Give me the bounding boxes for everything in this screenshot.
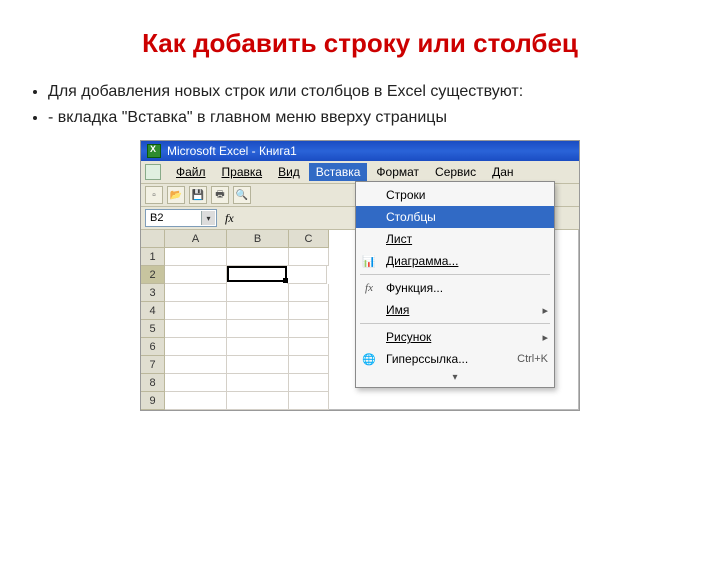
col-head-C[interactable]: C bbox=[289, 230, 329, 248]
name-box[interactable]: B2 ▾ bbox=[145, 209, 217, 227]
blank-icon bbox=[360, 231, 378, 247]
cell[interactable] bbox=[165, 320, 227, 338]
cell-selected[interactable] bbox=[227, 266, 287, 282]
cell[interactable] bbox=[165, 248, 227, 266]
name-box-value: B2 bbox=[150, 212, 163, 224]
fx-label[interactable]: fx bbox=[225, 211, 234, 226]
menu-file[interactable]: Файл bbox=[169, 163, 213, 181]
cell[interactable] bbox=[227, 320, 289, 338]
insert-name-label: Имя bbox=[386, 303, 409, 317]
cell[interactable] bbox=[289, 302, 329, 320]
insert-picture-label: Рисунок bbox=[386, 330, 431, 344]
insert-menu-dropdown: Строки Столбцы Лист 📊 Диаграмма... fx Фу… bbox=[355, 181, 555, 388]
row-head-8[interactable]: 8 bbox=[141, 374, 165, 392]
cell[interactable] bbox=[287, 266, 327, 284]
blank-icon bbox=[360, 187, 378, 203]
cell[interactable] bbox=[165, 302, 227, 320]
cell[interactable] bbox=[289, 284, 329, 302]
insert-hyperlink-label: Гиперссылка... bbox=[386, 352, 468, 366]
row-head-3[interactable]: 3 bbox=[141, 284, 165, 302]
insert-function[interactable]: fx Функция... bbox=[356, 277, 554, 299]
menu-separator bbox=[360, 323, 550, 324]
cell[interactable] bbox=[227, 302, 289, 320]
slide-title: Как добавить строку или столбец bbox=[40, 28, 680, 59]
blank-icon bbox=[360, 302, 378, 318]
insert-sheet[interactable]: Лист bbox=[356, 228, 554, 250]
cell[interactable] bbox=[165, 392, 227, 410]
shortcut-label: Ctrl+K bbox=[517, 353, 548, 365]
insert-function-label: Функция... bbox=[386, 281, 443, 295]
row-head-4[interactable]: 4 bbox=[141, 302, 165, 320]
row-head-7[interactable]: 7 bbox=[141, 356, 165, 374]
cell[interactable] bbox=[165, 266, 227, 284]
cell[interactable] bbox=[227, 248, 289, 266]
print-button[interactable]: 🖶 bbox=[211, 186, 229, 204]
col-head-A[interactable]: A bbox=[165, 230, 227, 248]
new-button[interactable]: ▫ bbox=[145, 186, 163, 204]
insert-cols[interactable]: Столбцы bbox=[356, 206, 554, 228]
row-head-9[interactable]: 9 bbox=[141, 392, 165, 410]
window-titlebar: Microsoft Excel - Книга1 bbox=[141, 141, 579, 161]
row-head-6[interactable]: 6 bbox=[141, 338, 165, 356]
row-head-1[interactable]: 1 bbox=[141, 248, 165, 266]
submenu-arrow-icon: ▸ bbox=[542, 304, 548, 317]
menu-edit[interactable]: Правка bbox=[215, 163, 270, 181]
menu-service[interactable]: Сервис bbox=[428, 163, 483, 181]
menu-view[interactable]: Вид bbox=[271, 163, 307, 181]
insert-chart-label: Диаграмма... bbox=[386, 254, 458, 268]
cell[interactable] bbox=[289, 320, 329, 338]
bullet-1: Для добавления новых строк или столбцов … bbox=[48, 81, 680, 103]
save-button[interactable]: 💾 bbox=[189, 186, 207, 204]
cell[interactable] bbox=[289, 392, 329, 410]
row-head-5[interactable]: 5 bbox=[141, 320, 165, 338]
cell[interactable] bbox=[165, 374, 227, 392]
menu-format[interactable]: Формат bbox=[369, 163, 426, 181]
cell[interactable] bbox=[289, 356, 329, 374]
row-head-2[interactable]: 2 bbox=[141, 266, 165, 284]
cell[interactable] bbox=[227, 338, 289, 356]
insert-rows[interactable]: Строки bbox=[356, 184, 554, 206]
insert-name[interactable]: Имя ▸ bbox=[356, 299, 554, 321]
cell[interactable] bbox=[289, 374, 329, 392]
cell[interactable] bbox=[165, 284, 227, 302]
workbook-icon bbox=[145, 164, 161, 180]
chart-icon: 📊 bbox=[360, 253, 378, 269]
blank-icon bbox=[360, 329, 378, 345]
insert-cols-label: Столбцы bbox=[386, 210, 436, 224]
blank-icon bbox=[360, 209, 378, 225]
select-all-corner[interactable] bbox=[141, 230, 165, 248]
menu-separator bbox=[360, 274, 550, 275]
insert-picture[interactable]: Рисунок ▸ bbox=[356, 326, 554, 348]
submenu-arrow-icon: ▸ bbox=[542, 331, 548, 344]
cell[interactable] bbox=[227, 284, 289, 302]
cell[interactable] bbox=[165, 356, 227, 374]
open-button[interactable]: 📂 bbox=[167, 186, 185, 204]
cell[interactable] bbox=[227, 356, 289, 374]
cell[interactable] bbox=[227, 392, 289, 410]
fx-icon: fx bbox=[360, 280, 378, 296]
insert-chart[interactable]: 📊 Диаграмма... bbox=[356, 250, 554, 272]
globe-link-icon: 🌐 bbox=[360, 351, 378, 367]
bullet-2: - вкладка "Вставка" в главном меню вверх… bbox=[48, 107, 680, 129]
cell[interactable] bbox=[289, 338, 329, 356]
menu-insert[interactable]: Вставка bbox=[309, 163, 368, 181]
insert-rows-label: Строки bbox=[386, 188, 425, 202]
cell[interactable] bbox=[165, 338, 227, 356]
name-box-dropdown-icon[interactable]: ▾ bbox=[201, 211, 215, 225]
cell[interactable] bbox=[289, 248, 329, 266]
menu-data[interactable]: Дан bbox=[485, 163, 520, 181]
col-head-B[interactable]: B bbox=[227, 230, 289, 248]
excel-logo-icon bbox=[147, 144, 161, 158]
cell[interactable] bbox=[227, 374, 289, 392]
insert-sheet-label: Лист bbox=[386, 232, 412, 246]
preview-button[interactable]: 🔍 bbox=[233, 186, 251, 204]
excel-window: Microsoft Excel - Книга1 Файл Правка Вид… bbox=[140, 140, 580, 411]
menu-expand-chevron[interactable]: ▾ bbox=[356, 370, 554, 385]
window-title: Microsoft Excel - Книга1 bbox=[167, 144, 297, 158]
bullet-list: Для добавления новых строк или столбцов … bbox=[30, 81, 680, 128]
insert-hyperlink[interactable]: 🌐 Гиперссылка... Ctrl+K bbox=[356, 348, 554, 370]
